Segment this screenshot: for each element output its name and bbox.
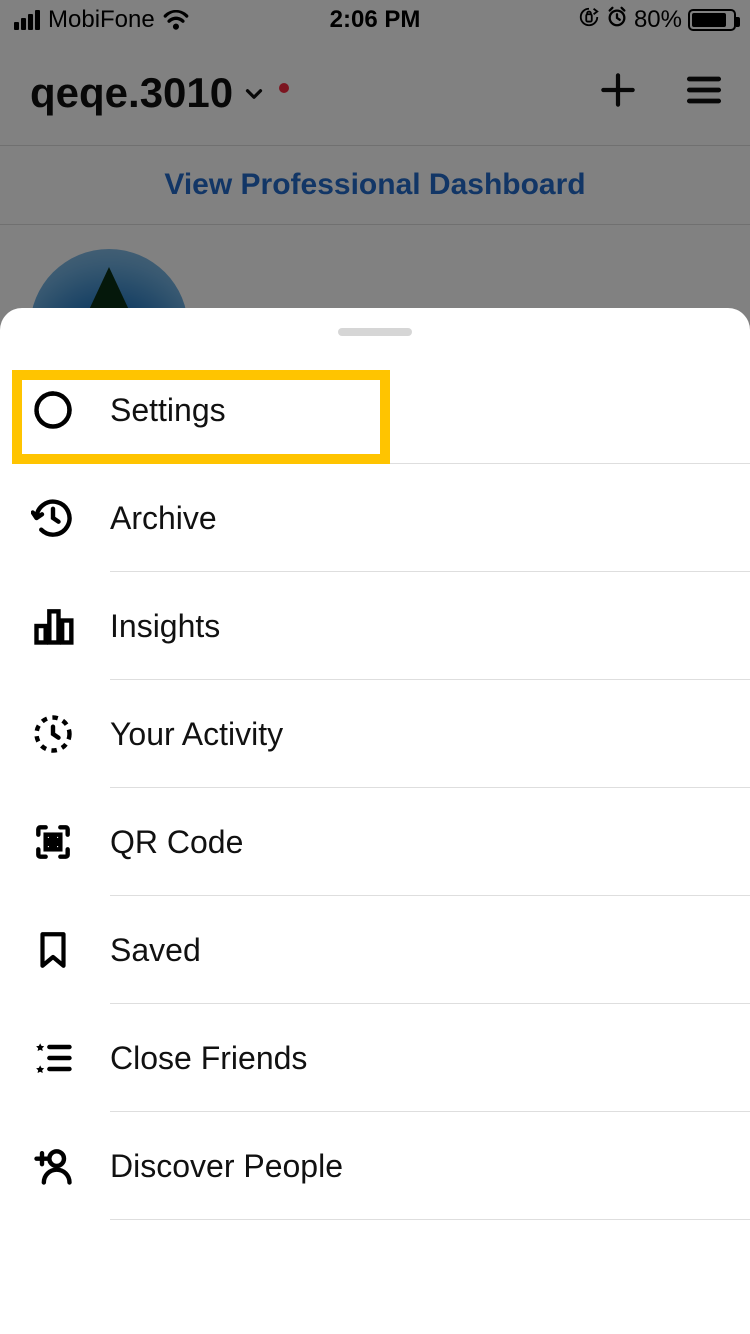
menu-label: Settings (110, 392, 226, 429)
notification-dot-icon (279, 83, 289, 93)
orientation-lock-icon (578, 6, 600, 35)
status-time: 2:06 PM (330, 6, 421, 34)
menu-label: Close Friends (110, 1040, 307, 1077)
menu-item-insights[interactable]: Insights (0, 572, 750, 680)
qr-code-icon (30, 819, 76, 865)
alarm-icon (606, 6, 628, 35)
battery-pct: 80% (634, 6, 682, 34)
carrier-label: MobiFone (48, 6, 155, 34)
username-text: qeqe.3010 (30, 69, 233, 117)
professional-dashboard-link[interactable]: View Professional Dashboard (0, 145, 750, 225)
menu-item-discover-people[interactable]: Discover People (0, 1112, 750, 1220)
history-icon (30, 495, 76, 541)
activity-clock-icon (30, 711, 76, 757)
create-button[interactable] (596, 68, 640, 117)
menu-item-saved[interactable]: Saved (0, 896, 750, 1004)
hamburger-menu-icon[interactable] (682, 68, 726, 117)
sheet-grabber[interactable] (338, 328, 412, 336)
chevron-down-icon (241, 69, 267, 117)
bar-chart-icon (30, 603, 76, 649)
signal-icon (14, 10, 40, 30)
menu-item-close-friends[interactable]: Close Friends (0, 1004, 750, 1112)
menu-label: Your Activity (110, 716, 283, 753)
menu-label: QR Code (110, 824, 243, 861)
menu-label: Archive (110, 500, 217, 537)
dashboard-link-text: View Professional Dashboard (164, 168, 585, 202)
menu-item-settings[interactable]: Settings (0, 356, 750, 464)
menu-label: Saved (110, 932, 201, 969)
options-sheet: Settings Archive Insights Your Activity … (0, 308, 750, 1334)
status-bar: MobiFone 2:06 PM 80% (0, 0, 750, 40)
menu-item-your-activity[interactable]: Your Activity (0, 680, 750, 788)
menu-label: Insights (110, 608, 220, 645)
add-person-icon (30, 1143, 76, 1189)
wifi-icon (163, 10, 189, 30)
menu-label: Discover People (110, 1148, 343, 1185)
username-switcher[interactable]: qeqe.3010 (30, 69, 289, 117)
bookmark-icon (30, 927, 76, 973)
gear-icon (30, 387, 76, 433)
menu-item-qr-code[interactable]: QR Code (0, 788, 750, 896)
menu-item-archive[interactable]: Archive (0, 464, 750, 572)
profile-header: qeqe.3010 (0, 40, 750, 145)
star-list-icon (30, 1035, 76, 1081)
battery-icon (688, 9, 736, 31)
